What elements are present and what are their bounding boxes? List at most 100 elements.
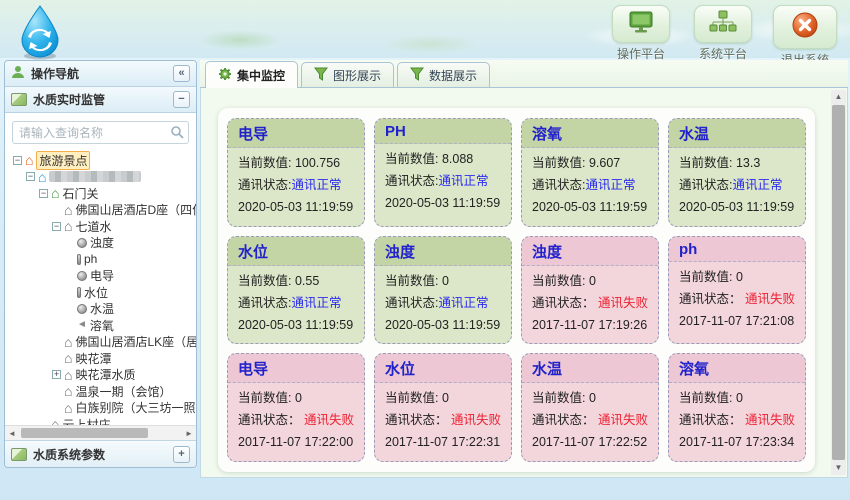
card-current-value: 当前数值: 13.3: [679, 152, 795, 174]
main-vertical-scrollbar[interactable]: ▲ ▼: [831, 90, 846, 475]
home-icon: ⌂: [51, 418, 59, 425]
tree-node-label: 七道水: [75, 218, 111, 235]
status-value[interactable]: 通讯正常: [438, 174, 488, 188]
status-value[interactable]: 通讯正常: [732, 178, 782, 192]
collapse-icon[interactable]: −: [39, 189, 48, 198]
exit-system-button[interactable]: 退出系统: [772, 5, 838, 68]
tree-node-映花潭[interactable]: ⌂映花潭: [10, 350, 191, 367]
card-comm-status: 通讯状态:通讯正常: [385, 292, 501, 314]
status-value: 通讯失败: [745, 292, 795, 306]
tree-node-映花潭水质[interactable]: +⌂映花潭水质: [10, 367, 191, 384]
panel-expand-button[interactable]: +: [173, 446, 190, 463]
operation-platform-button[interactable]: 操作平台: [608, 5, 674, 68]
tree-node-redacted[interactable]: −⌂: [10, 169, 191, 186]
status-value[interactable]: 通讯正常: [438, 296, 488, 310]
card-comm-status: 通讯状态:通讯正常: [238, 292, 354, 314]
card-timestamp: 2017-11-07 17:22:52: [532, 431, 648, 453]
tree-node-label: 浊度: [90, 234, 114, 251]
card-timestamp: 2017-11-07 17:22:31: [385, 431, 501, 453]
collapse-icon[interactable]: −: [52, 222, 61, 231]
card-current-value: 当前数值: 0.55: [238, 270, 354, 292]
monitor-card-浊度: 浊度当前数值: 0通讯状态:通讯正常2020-05-03 11:19:59: [374, 236, 512, 345]
cards-grid: 电导当前数值: 100.756通讯状态:通讯正常2020-05-03 11:19…: [227, 118, 806, 462]
funnel-icon: [314, 67, 328, 84]
thermometer-icon: [77, 254, 81, 265]
tree-node-label: 佛国山居酒店LK座（居有: [75, 333, 196, 350]
monitor-card-水位: 水位当前数值: 0通讯状态： 通讯失败2017-11-07 17:22:31: [374, 353, 512, 462]
card-title: ph: [669, 237, 805, 262]
tab-label: 数据展示: [429, 67, 477, 84]
tree-node-佛国山居酒店D座（四位-[interactable]: ⌂佛国山居酒店D座（四位-: [10, 202, 191, 219]
card-timestamp: 2020-05-03 11:19:59: [385, 192, 501, 214]
search-icon[interactable]: [170, 125, 184, 144]
tree-node-水温[interactable]: 水温: [10, 301, 191, 318]
card-comm-status: 通讯状态:通讯正常: [238, 174, 354, 196]
monitor-card-浊度: 浊度当前数值: 0通讯状态： 通讯失败2017-11-07 17:19:26: [521, 236, 659, 345]
home-icon: ⌂: [64, 220, 72, 232]
panel-collapse-button[interactable]: −: [173, 91, 190, 108]
scroll-down-icon[interactable]: ▼: [831, 461, 846, 475]
tree-node-label: [49, 171, 141, 182]
tree-node-佛国山居酒店LK座（居有[interactable]: ⌂佛国山居酒店LK座（居有: [10, 334, 191, 351]
collapse-icon[interactable]: −: [26, 172, 35, 181]
water-quality-panel-title: 水质实时监管: [33, 91, 105, 108]
status-value: 通讯失败: [598, 413, 648, 427]
scroll-left-icon[interactable]: ◄: [5, 426, 19, 441]
tree-node-浊度[interactable]: 浊度: [10, 235, 191, 252]
card-timestamp: 2017-11-07 17:23:34: [679, 431, 795, 453]
tree-node-ph[interactable]: ph: [10, 251, 191, 268]
card-title: 电导: [228, 119, 364, 148]
card-timestamp: 2017-11-07 17:19:26: [532, 314, 648, 336]
scroll-up-icon[interactable]: ▲: [831, 90, 846, 104]
scroll-right-icon[interactable]: ►: [182, 426, 196, 441]
card-current-value: 当前数值: 8.088: [385, 148, 501, 170]
tree-node-label: 白族别院（大三坊一照壁: [75, 399, 196, 416]
tree-node-label: 石门关: [62, 185, 98, 202]
tree-node-白族别院（大三坊一照壁[interactable]: ⌂白族别院（大三坊一照壁: [10, 400, 191, 417]
tree-node-石门关[interactable]: −⌂石门关: [10, 185, 191, 202]
vscroll-thumb[interactable]: [832, 105, 845, 460]
home-icon: ⌂: [25, 154, 33, 166]
tree-node-七道水[interactable]: −⌂七道水: [10, 218, 191, 235]
home-icon: ⌂: [51, 187, 59, 199]
tab-图形展示[interactable]: 图形展示: [301, 62, 394, 87]
water-quality-panel-header[interactable]: 水质实时监管 −: [5, 87, 196, 113]
tab-集中监控[interactable]: 集中监控: [205, 61, 298, 88]
expand-icon[interactable]: +: [52, 370, 61, 379]
status-value[interactable]: 通讯正常: [585, 178, 635, 192]
sidebar-collapse-button[interactable]: «: [173, 65, 190, 82]
system-platform-button[interactable]: 系统平台: [690, 5, 756, 68]
tree-node-溶氧[interactable]: ◄溶氧: [10, 317, 191, 334]
status-value: 通讯失败: [451, 413, 501, 427]
search-input[interactable]: [12, 121, 189, 144]
status-label: 通讯状态:: [532, 178, 585, 192]
status-value[interactable]: 通讯正常: [291, 178, 341, 192]
monitor-card-ph: ph当前数值: 0通讯状态： 通讯失败2017-11-07 17:21:08: [668, 236, 806, 345]
status-label: 通讯状态：: [679, 292, 745, 306]
monitor-card-溶氧: 溶氧当前数值: 9.607通讯状态:通讯正常2020-05-03 11:19:5…: [521, 118, 659, 227]
monitor-card-水温: 水温当前数值: 13.3通讯状态:通讯正常2020-05-03 11:19:59: [668, 118, 806, 227]
header-buttons: 操作平台系统平台退出系统: [608, 5, 838, 68]
monitor-content: 电导当前数值: 100.756通讯状态:通讯正常2020-05-03 11:19…: [200, 88, 848, 478]
tree-node-电导[interactable]: 电导: [10, 268, 191, 285]
tree-node-旅游景点[interactable]: −⌂旅游景点: [10, 152, 191, 169]
collapse-icon[interactable]: −: [13, 156, 22, 165]
main-area: 集中监控图形展示 数据展示 电导当前数值: 100.756通讯状态:通讯正常202…: [200, 60, 848, 478]
tree-node-水位[interactable]: 水位: [10, 284, 191, 301]
tree-node-label: ph: [84, 252, 97, 266]
home-icon: ⌂: [64, 204, 72, 216]
home-icon: ⌂: [64, 369, 72, 381]
org-chart-icon: [709, 10, 737, 38]
funnel-icon: [410, 67, 424, 84]
tab-数据展示[interactable]: 数据展示: [397, 62, 490, 87]
card-comm-status: 通讯状态： 通讯失败: [385, 409, 501, 431]
tree-node-label: 水位: [84, 284, 108, 301]
sidebar-horizontal-scrollbar[interactable]: ◄ ►: [5, 425, 196, 440]
hscroll-thumb[interactable]: [21, 428, 148, 438]
tree-node-label: 水温: [90, 300, 114, 317]
tree-node-云上村庄[interactable]: ⌂云上村庄: [10, 416, 191, 425]
status-value[interactable]: 通讯正常: [291, 296, 341, 310]
home-icon: ⌂: [64, 352, 72, 364]
system-params-panel-header[interactable]: 水质系统参数 +: [5, 440, 196, 467]
tree-node-温泉一期（会馆）[interactable]: ⌂温泉一期（会馆）: [10, 383, 191, 400]
